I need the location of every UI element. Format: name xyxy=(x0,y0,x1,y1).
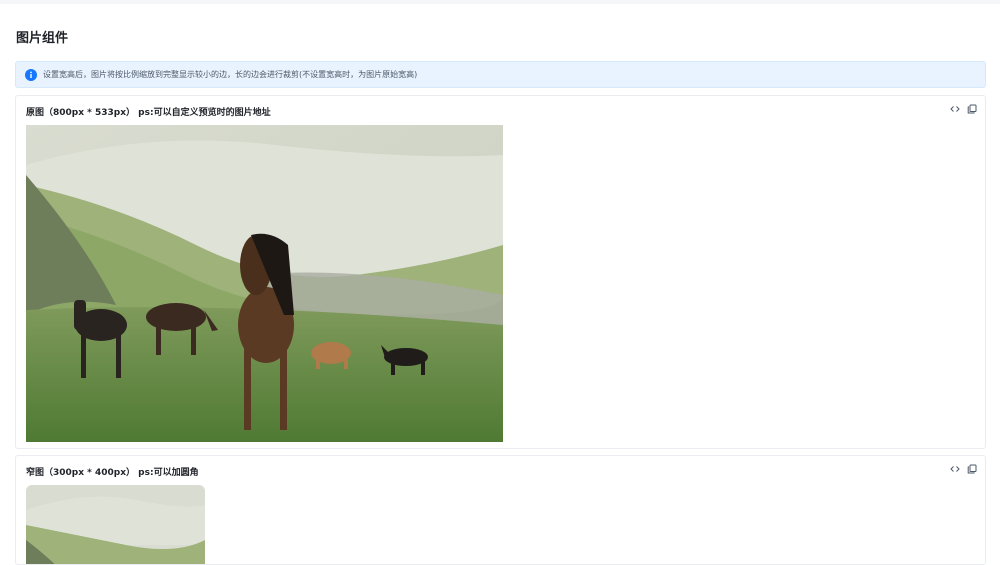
example-card-original: 原图（800px * 533px） ps:可以自定义预览时的图片地址 xyxy=(15,95,986,449)
page-title: 图片组件 xyxy=(16,31,69,46)
example-title: 窄图（300px * 400px） ps:可以加圆角 xyxy=(26,468,199,478)
copy-icon[interactable] xyxy=(966,463,977,474)
info-alert: 设置宽高后，图片将按比例缩放到完整显示较小的边，长的边会进行裁剪(不设置宽高时，… xyxy=(15,61,986,88)
card-toolbar xyxy=(949,103,977,114)
copy-icon[interactable] xyxy=(966,103,977,114)
horse-photo[interactable] xyxy=(26,125,503,442)
example-card-narrow: 窄图（300px * 400px） ps:可以加圆角 xyxy=(15,455,986,565)
code-icon[interactable] xyxy=(949,463,960,474)
card-toolbar xyxy=(949,463,977,474)
code-icon[interactable] xyxy=(949,103,960,114)
horse-photo-rounded[interactable] xyxy=(26,485,205,564)
example-title: 原图（800px * 533px） ps:可以自定义预览时的图片地址 xyxy=(26,108,271,118)
info-icon xyxy=(25,68,37,81)
top-strip xyxy=(0,0,1000,4)
info-alert-text: 设置宽高后，图片将按比例缩放到完整显示较小的边，长的边会进行裁剪(不设置宽高时，… xyxy=(43,70,418,79)
